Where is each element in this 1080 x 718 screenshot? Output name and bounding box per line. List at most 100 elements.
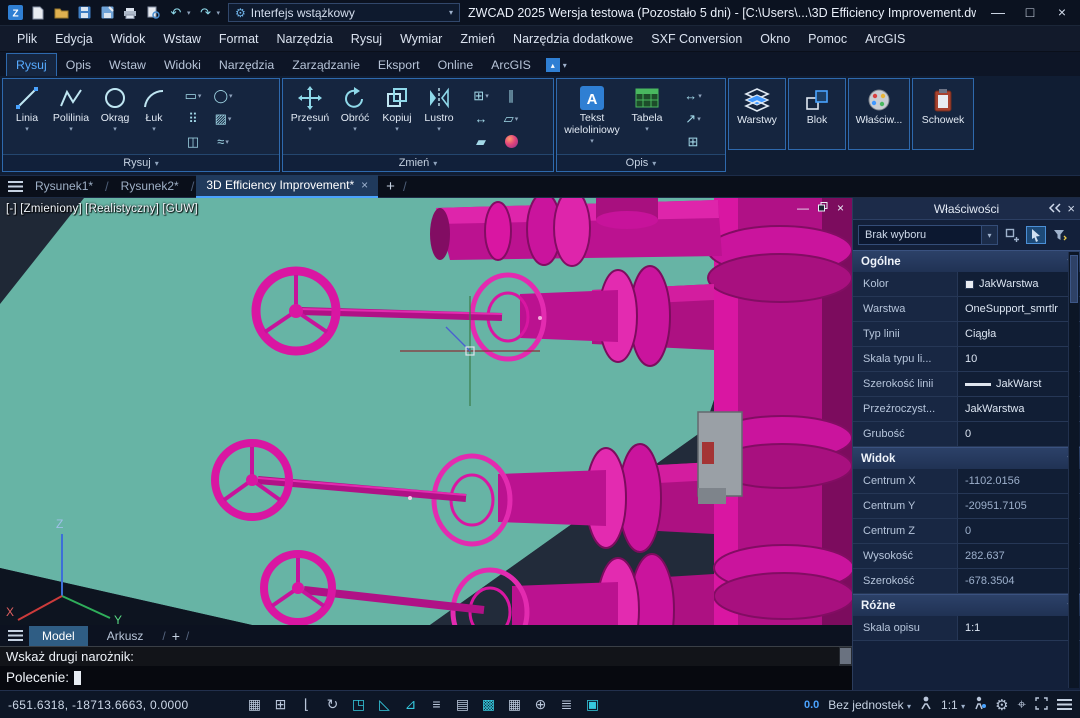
doc-tab-rysunek2[interactable]: Rysunek2*: [111, 176, 189, 197]
menu-widok[interactable]: Widok: [102, 26, 155, 52]
new-doc-tab-button[interactable]: +: [380, 178, 401, 195]
grid-display-icon[interactable]: ▦: [246, 696, 263, 713]
erase-icon[interactable]: ▰: [466, 130, 496, 153]
ribbon-tab-zarządzanie[interactable]: Zarządzanie: [283, 54, 369, 76]
workspace-switch-icon[interactable]: ▣: [584, 696, 601, 713]
menu-narzędzia[interactable]: Narzędzia: [268, 26, 342, 52]
transparency-icon[interactable]: ▦: [506, 696, 523, 713]
offset-icon[interactable]: ∥: [496, 84, 526, 107]
menu-rysuj[interactable]: Rysuj: [342, 26, 391, 52]
panel-footer-opis[interactable]: Opis▾: [557, 154, 725, 171]
menu-arcgis[interactable]: ArcGIS: [856, 26, 914, 52]
precision-chip[interactable]: 0.0: [804, 699, 819, 711]
scale-icon[interactable]: ▱▾: [496, 107, 526, 130]
mirror-button[interactable]: Lustro▾: [418, 82, 460, 133]
properties-button[interactable]: Właściw...: [849, 79, 909, 126]
menu-pomoc[interactable]: Pomoc: [799, 26, 856, 52]
layout-tab-arkusz[interactable]: Arkusz: [94, 626, 157, 646]
ribbon-tab-arcgis[interactable]: ArcGIS: [482, 54, 540, 76]
array-icon[interactable]: ⊞▾: [466, 84, 496, 107]
command-input[interactable]: Polecenie:: [0, 666, 852, 690]
selection-cycling-icon[interactable]: ⊕: [532, 696, 549, 713]
move-button[interactable]: Przesuń▾: [286, 82, 334, 133]
object-snap-icon[interactable]: ◳: [350, 696, 367, 713]
rectangle-icon[interactable]: ▭▾: [178, 84, 208, 107]
close-button[interactable]: ×: [1048, 3, 1076, 23]
spline-icon[interactable]: ≈▾: [208, 130, 238, 153]
ortho-mode-icon[interactable]: ⌊: [298, 696, 315, 713]
polyline-button[interactable]: Polilinia▾: [48, 82, 94, 133]
prop-skala-typu-li[interactable]: Skala typu li...10: [853, 347, 1080, 372]
redo-caret-icon[interactable]: ▾: [217, 9, 221, 17]
panel-footer-zmien[interactable]: Zmień▾: [283, 154, 553, 171]
selection-dropdown[interactable]: Brak wyboru ▾: [858, 225, 998, 245]
copy-button[interactable]: Kopiuj▾: [376, 82, 418, 133]
ribbon-tab-opis[interactable]: Opis: [57, 54, 100, 76]
menu-plik[interactable]: Plik: [8, 26, 46, 52]
settings-gear-icon[interactable]: ⚙: [995, 696, 1008, 714]
object-snap-3d-icon[interactable]: ◺: [376, 696, 393, 713]
ribbon-tab-eksport[interactable]: Eksport: [369, 54, 429, 76]
dock-icon[interactable]: [1048, 202, 1061, 216]
ellipse-icon[interactable]: ◯▾: [208, 84, 238, 107]
viewport[interactable]: Z Y X [-] [Zmieniony] [Realistyczny] [GU…: [0, 198, 852, 625]
doc-tab-close-icon[interactable]: ×: [361, 175, 368, 196]
object-snap-tracking-icon[interactable]: ⊿: [402, 696, 419, 713]
ribbon-tab-wstaw[interactable]: Wstaw: [100, 54, 155, 76]
viewport-canvas[interactable]: Z Y X: [0, 198, 852, 625]
prop-szerokość[interactable]: Szerokość-678.3504: [853, 569, 1080, 594]
open-folder-icon[interactable]: [53, 5, 69, 21]
stretch-icon[interactable]: ↔: [466, 107, 496, 130]
props-section-ogólne[interactable]: Ogólne▾: [853, 250, 1080, 272]
properties-scrollbar[interactable]: [1068, 252, 1079, 688]
vp-restore-icon[interactable]: [818, 201, 828, 215]
vp-minimize-icon[interactable]: —: [797, 201, 809, 215]
region-icon[interactable]: ◫: [178, 130, 208, 153]
menu-zmień[interactable]: Zmień: [451, 26, 504, 52]
menu-wstaw[interactable]: Wstaw: [154, 26, 210, 52]
viewport-controls-label[interactable]: [-] [Zmieniony] [Realistyczny] [GUW]: [6, 203, 198, 215]
redo-icon[interactable]: ↷: [198, 5, 214, 21]
explode-icon[interactable]: [496, 130, 526, 153]
prop-grubość[interactable]: Grubość0: [853, 422, 1080, 447]
annotation-scale-dropdown[interactable]: 1:1 ▾: [941, 698, 965, 712]
quick-select-icon[interactable]: [1050, 226, 1070, 244]
block-button[interactable]: Blok: [789, 79, 845, 126]
new-layout-button[interactable]: +: [172, 628, 180, 644]
minimize-button[interactable]: —: [984, 3, 1012, 23]
properties-close-icon[interactable]: ×: [1067, 201, 1075, 216]
save-icon[interactable]: [76, 5, 92, 21]
doc-tab-rysunek1[interactable]: Rysunek1*: [25, 176, 103, 197]
dynamic-input-icon[interactable]: ▤: [454, 696, 471, 713]
clipboard-button[interactable]: Schowek: [913, 79, 973, 126]
snap-mode-icon[interactable]: ⊞: [272, 696, 289, 713]
prop-typ-linii[interactable]: Typ liniiCiągła: [853, 322, 1080, 347]
vp-close-icon[interactable]: ×: [837, 201, 844, 215]
select-objects-icon[interactable]: [1026, 226, 1046, 244]
props-section-różne[interactable]: Różne▾: [853, 594, 1080, 616]
table-button[interactable]: Tabela▾: [624, 82, 670, 133]
dimension-icon[interactable]: ↔▾: [676, 84, 710, 107]
rotate-button[interactable]: Obróć▾: [334, 82, 376, 133]
ribbon-tab-online[interactable]: Online: [429, 54, 483, 76]
line-button[interactable]: Linia▾: [6, 82, 48, 133]
props-section-widok[interactable]: Widok▾: [853, 447, 1080, 469]
undo-caret-icon[interactable]: ▾: [187, 9, 191, 17]
menu-edycja[interactable]: Edycja: [46, 26, 102, 52]
hatch-icon[interactable]: ▨▾: [208, 107, 238, 130]
arc-button[interactable]: Łuk▾: [136, 82, 172, 133]
plot-icon[interactable]: [122, 5, 138, 21]
clean-screen-icon[interactable]: ⌖: [1018, 696, 1026, 713]
menu-sxf-conversion[interactable]: SXF Conversion: [642, 26, 751, 52]
annotation-person-icon[interactable]: [920, 696, 932, 713]
status-menu-icon[interactable]: [1057, 699, 1072, 710]
save-as-icon[interactable]: [99, 5, 115, 21]
layout-tab-model[interactable]: Model: [29, 626, 88, 646]
prop-wysokość[interactable]: Wysokość282.637: [853, 544, 1080, 569]
undo-icon[interactable]: ↶: [168, 5, 184, 21]
menu-wymiar[interactable]: Wymiar: [391, 26, 451, 52]
polar-tracking-icon[interactable]: ↻: [324, 696, 341, 713]
layers-button[interactable]: Warstwy: [729, 79, 785, 126]
lineweight-display-icon[interactable]: ▩: [480, 696, 497, 713]
doc-menu-icon[interactable]: [8, 181, 23, 192]
